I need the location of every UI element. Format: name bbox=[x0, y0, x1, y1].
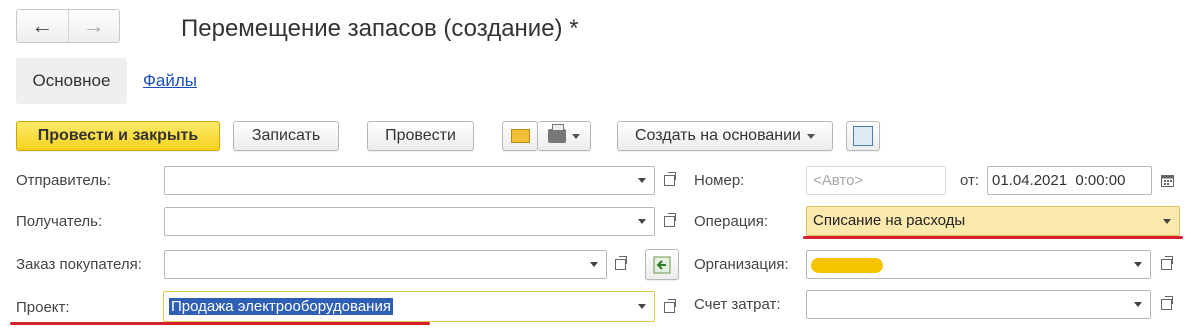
tab-files[interactable]: Файлы bbox=[143, 71, 197, 91]
date-label: от: bbox=[960, 172, 980, 189]
project-open-button[interactable] bbox=[658, 293, 680, 322]
organization-field[interactable] bbox=[806, 250, 1151, 279]
project-underline bbox=[10, 322, 430, 325]
chevron-down-icon bbox=[638, 219, 646, 224]
forward-arrow-icon[interactable]: → bbox=[67, 10, 120, 42]
date-value: 01.04.2021 0:00:00 bbox=[992, 172, 1126, 189]
number-field[interactable]: <Авто> bbox=[806, 166, 946, 195]
operation-field[interactable]: Списание на расходы bbox=[806, 206, 1180, 236]
organization-label: Организация: bbox=[694, 256, 789, 273]
chevron-down-icon bbox=[590, 262, 598, 267]
open-icon bbox=[1160, 296, 1173, 310]
print-button[interactable] bbox=[538, 121, 591, 151]
operation-label: Операция: bbox=[694, 213, 769, 230]
project-label: Проект: bbox=[16, 299, 70, 316]
printer-icon bbox=[548, 124, 566, 143]
post-and-close-button[interactable]: Провести и закрыть bbox=[16, 121, 220, 151]
save-button[interactable]: Записать bbox=[233, 121, 339, 151]
page-title: Перемещение запасов (создание) * bbox=[181, 15, 579, 42]
sender-field[interactable] bbox=[164, 166, 655, 195]
sender-label: Отправитель: bbox=[16, 172, 111, 189]
number-placeholder: <Авто> bbox=[813, 172, 864, 189]
operation-value: Списание на расходы bbox=[813, 212, 966, 229]
recipient-dropdown[interactable] bbox=[630, 208, 654, 235]
sender-open-button[interactable] bbox=[658, 166, 680, 195]
customer-order-field[interactable] bbox=[164, 250, 607, 279]
create-based-on-button[interactable]: Создать на основании bbox=[617, 121, 833, 151]
back-arrow-icon[interactable]: ← bbox=[17, 10, 68, 42]
open-icon bbox=[663, 299, 676, 313]
date-field[interactable]: 01.04.2021 0:00:00 bbox=[987, 166, 1152, 195]
email-button[interactable] bbox=[502, 121, 538, 151]
number-label: Номер: bbox=[694, 172, 745, 189]
organization-dropdown[interactable] bbox=[1126, 251, 1150, 278]
envelope-icon bbox=[510, 129, 530, 143]
operation-underline bbox=[803, 236, 1183, 239]
recipient-field[interactable] bbox=[164, 207, 655, 236]
chevron-down-icon bbox=[638, 304, 646, 309]
cost-account-dropdown[interactable] bbox=[1126, 291, 1150, 318]
open-icon bbox=[663, 172, 676, 186]
structure-button[interactable] bbox=[846, 121, 880, 151]
fill-order-button[interactable] bbox=[645, 249, 679, 280]
create-based-on-label: Создать на основании bbox=[635, 127, 801, 144]
project-dropdown[interactable] bbox=[630, 292, 654, 321]
tab-main[interactable]: Основное bbox=[16, 58, 127, 104]
recipient-label: Получатель: bbox=[16, 213, 103, 230]
chevron-down-icon bbox=[807, 133, 815, 139]
organization-open-button[interactable] bbox=[1155, 250, 1177, 279]
calendar-button[interactable] bbox=[1155, 166, 1179, 195]
sender-dropdown[interactable] bbox=[630, 167, 654, 194]
operation-dropdown[interactable] bbox=[1155, 207, 1179, 235]
open-icon bbox=[1160, 256, 1173, 270]
post-button[interactable]: Провести bbox=[367, 121, 474, 151]
history-nav: ← → bbox=[16, 9, 120, 43]
project-field[interactable]: Продажа электрооборудования bbox=[163, 291, 655, 322]
customer-order-dropdown[interactable] bbox=[582, 251, 606, 278]
cost-account-field[interactable] bbox=[806, 290, 1151, 319]
chevron-down-icon bbox=[572, 133, 580, 139]
cost-account-open-button[interactable] bbox=[1155, 290, 1177, 319]
chevron-down-icon bbox=[1134, 262, 1142, 267]
chevron-down-icon bbox=[1163, 218, 1171, 224]
recipient-open-button[interactable] bbox=[658, 207, 680, 236]
open-icon bbox=[614, 256, 627, 270]
open-icon bbox=[663, 213, 676, 227]
cost-account-label: Счет затрат: bbox=[694, 296, 781, 313]
chevron-down-icon bbox=[1134, 302, 1142, 307]
customer-order-open-button[interactable] bbox=[609, 250, 631, 279]
customer-order-label: Заказ покупателя: bbox=[16, 256, 142, 273]
redacted-mark bbox=[811, 258, 883, 273]
structure-icon bbox=[853, 126, 873, 146]
chevron-down-icon bbox=[638, 178, 646, 183]
calendar-icon bbox=[1160, 175, 1174, 187]
project-value: Продажа электрооборудования bbox=[169, 298, 393, 315]
fill-from-base-icon bbox=[653, 256, 671, 273]
